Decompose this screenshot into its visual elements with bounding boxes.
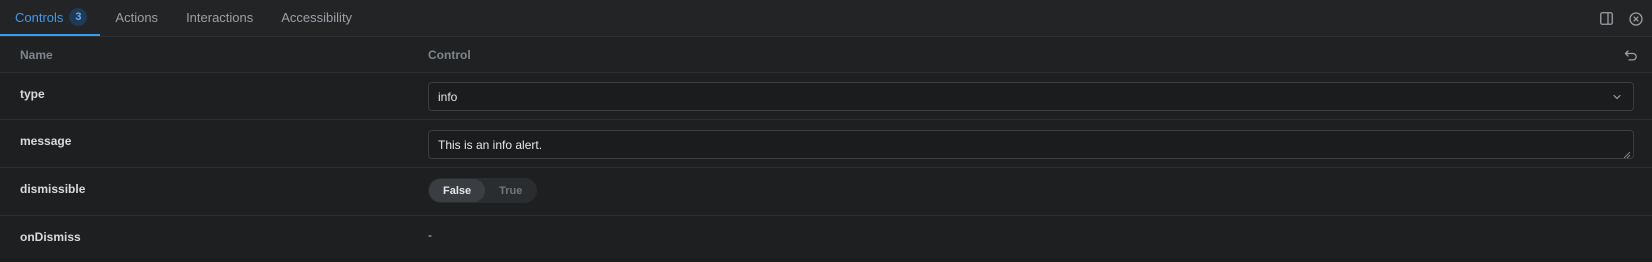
tab-interactions[interactable]: Interactions [171, 0, 266, 36]
sidebar-panel-icon[interactable] [1598, 11, 1614, 27]
tab-bar-tools [1598, 0, 1644, 37]
row-label-message: message [20, 134, 72, 148]
close-circle-icon[interactable] [1628, 11, 1644, 27]
addon-tab-bar: Controls 3 Actions Interactions Accessib… [0, 0, 1652, 37]
table-header: Name Control [0, 37, 1652, 73]
dismissible-boolean-toggle[interactable]: False True [428, 178, 538, 203]
tab-accessibility-label: Accessibility [281, 9, 353, 25]
type-select[interactable]: info [428, 82, 1634, 111]
row-label-type: type [20, 87, 45, 101]
ondismiss-value: - [428, 228, 432, 242]
resize-grip-icon[interactable] [1623, 148, 1631, 159]
toggle-option-false[interactable]: False [429, 179, 486, 202]
table-row-type: type info [0, 73, 1652, 120]
chevron-down-icon [1611, 91, 1623, 103]
tab-controls[interactable]: Controls 3 [0, 0, 101, 36]
tab-accessibility[interactable]: Accessibility [266, 0, 365, 36]
tab-actions-label: Actions [115, 9, 159, 25]
undo-icon[interactable] [1624, 48, 1638, 62]
table-row-dismissible: dismissible False True [0, 168, 1652, 216]
column-header-control: Control [428, 47, 471, 62]
table-row-message: message This is an info alert. [0, 120, 1652, 168]
controls-count-badge: 3 [69, 8, 88, 26]
row-label-dismissible: dismissible [20, 182, 86, 196]
row-label-ondismiss: onDismiss [20, 230, 81, 244]
column-header-name: Name [20, 47, 53, 62]
tab-interactions-label: Interactions [186, 9, 254, 25]
type-select-value: info [438, 89, 458, 104]
table-row-ondismiss: onDismiss - [0, 216, 1652, 258]
toggle-option-true[interactable]: True [485, 179, 536, 202]
message-textarea-value: This is an info alert. [438, 138, 543, 152]
tab-actions[interactable]: Actions [100, 0, 171, 36]
tab-controls-label: Controls [15, 9, 64, 25]
controls-table: Name Control type info message This is a… [0, 37, 1652, 262]
message-textarea[interactable]: This is an info alert. [428, 130, 1634, 159]
